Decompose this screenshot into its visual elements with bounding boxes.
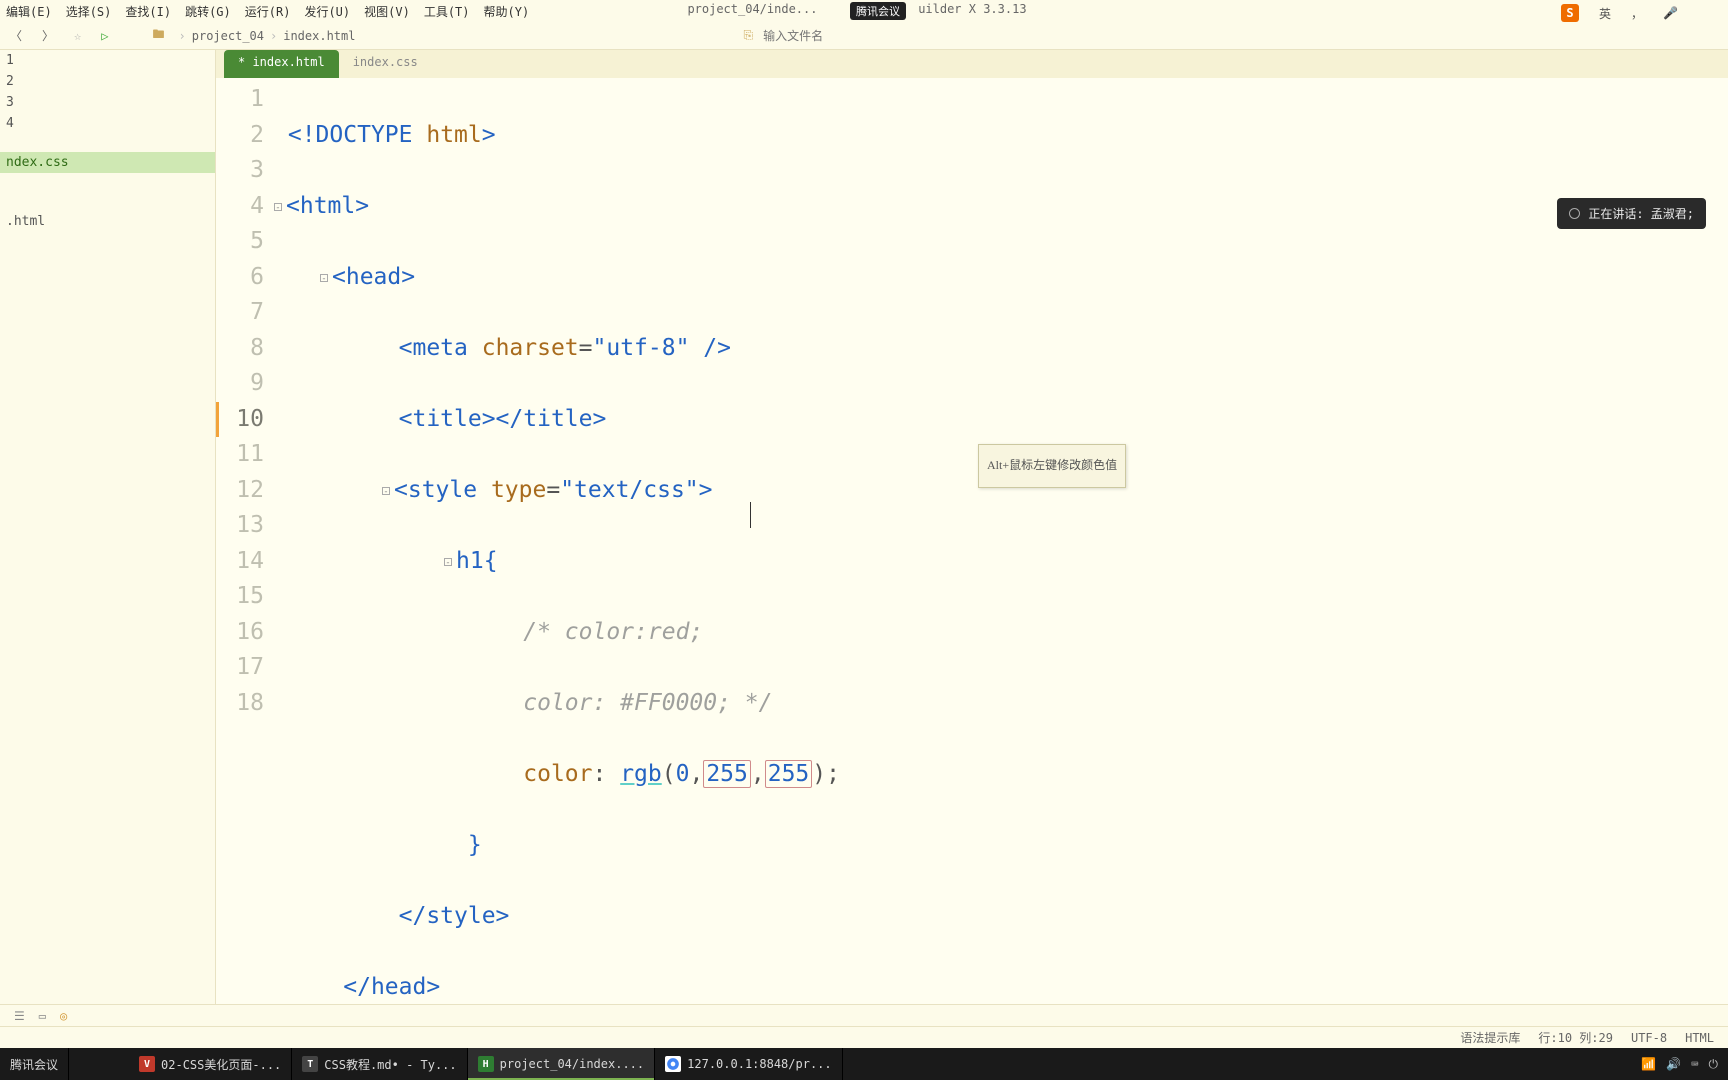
breadcrumb-file[interactable]: index.html [283, 29, 355, 43]
statusbar: 语法提示库 行:10 列:29 UTF-8 HTML [0, 1026, 1728, 1048]
tab-index-html[interactable]: * index.html [224, 50, 339, 78]
tray-icon[interactable]: ⌨ [1691, 1057, 1698, 1071]
menu-find[interactable]: 查找(I) [125, 3, 171, 20]
sidebar-item[interactable]: 2 [0, 71, 215, 92]
file-search-input[interactable] [763, 29, 883, 43]
menu-edit[interactable]: 编辑(E) [6, 3, 52, 20]
code-content[interactable]: <!DOCTYPE html> -<html> -<head> <meta ch… [274, 78, 1728, 1004]
code-editor[interactable]: 123456789 101112131415161718 <!DOCTYPE h… [216, 78, 1728, 1004]
status-position: 行:10 列:29 [1538, 1029, 1613, 1046]
breadcrumb: › project_04 › index.html [179, 29, 356, 43]
sidebar-item[interactable]: 1 [0, 50, 215, 71]
terminal-icon[interactable]: ▭ [39, 1009, 46, 1023]
toolbar: 〈 〉 ☆ ▷ 🖿 › project_04 › index.html ⎘ [0, 22, 1728, 50]
menu-run[interactable]: 运行(R) [245, 3, 291, 20]
color-hint-tooltip: Alt+鼠标左键修改颜色值 [978, 444, 1126, 488]
sidebar-item[interactable]: 4 [0, 113, 215, 134]
sidebar-file-css[interactable]: ndex.css [0, 152, 215, 173]
tray-icon[interactable]: ⏻ [1709, 1057, 1719, 1072]
status-lang[interactable]: HTML [1685, 1031, 1714, 1045]
menu-view[interactable]: 视图(V) [364, 3, 410, 20]
newfile-icon[interactable]: ⎘ [743, 28, 753, 43]
editor-tabs: * index.html index.css [216, 50, 1728, 78]
outline-icon[interactable]: ☰ [14, 1009, 25, 1023]
menubar: 编辑(E) 选择(S) 查找(I) 跳转(G) 运行(R) 发行(U) 视图(V… [0, 0, 1728, 22]
sogou-icon: S [1561, 4, 1579, 22]
mic-icon: 🎤 [1663, 6, 1678, 20]
taskbar-meeting[interactable]: 腾讯会议 [0, 1048, 69, 1080]
sidebar-file-html[interactable]: .html [0, 211, 215, 232]
menu-goto[interactable]: 跳转(G) [185, 3, 231, 20]
system-tray[interactable]: 📶 🔊 ⌨ ⏻ [1631, 1057, 1728, 1072]
run-button[interactable]: ▷ [95, 27, 114, 45]
status-encoding[interactable]: UTF-8 [1631, 1031, 1667, 1045]
status-grammar[interactable]: 语法提示库 [1460, 1029, 1520, 1046]
tray-icon[interactable]: 📶 [1641, 1057, 1656, 1071]
taskbar-item[interactable]: 127.0.0.1:8848/pr... [655, 1048, 843, 1080]
menu-tool[interactable]: 工具(T) [424, 3, 470, 20]
speaker-overlay: 正在讲话: 孟淑君; [1557, 198, 1706, 229]
taskbar: 腾讯会议 V02-CSS美化页面-... TCSS教程.md• - Ty... … [0, 1048, 1728, 1080]
folder-icon[interactable]: 🖿 [147, 23, 171, 48]
meeting-overlay: 腾讯会议 [850, 2, 906, 20]
mic-icon [1569, 208, 1580, 219]
tray-icon[interactable]: 🔊 [1666, 1057, 1681, 1071]
bookmark-icon[interactable]: ☆ [68, 27, 87, 45]
ime-indicator[interactable]: S 英 ， 🎤 [1561, 4, 1692, 22]
menu-help[interactable]: 帮助(Y) [484, 3, 530, 20]
line-gutter: 123456789 101112131415161718 [216, 78, 274, 1004]
editor-footer-icons: ☰ ▭ ◎ [0, 1004, 1728, 1026]
back-button[interactable]: 〈 [4, 25, 28, 46]
taskbar-item[interactable]: V02-CSS美化页面-... [129, 1048, 292, 1080]
breadcrumb-project[interactable]: project_04 [192, 29, 264, 43]
forward-button[interactable]: 〉 [36, 25, 60, 46]
taskbar-item[interactable]: TCSS教程.md• - Ty... [292, 1048, 467, 1080]
tab-index-css[interactable]: index.css [339, 50, 432, 78]
menu-select[interactable]: 选择(S) [66, 3, 112, 20]
menu-publish[interactable]: 发行(U) [304, 3, 350, 20]
taskbar-item-active[interactable]: Hproject_04/index.... [468, 1048, 656, 1080]
sync-icon[interactable]: ◎ [60, 1009, 67, 1023]
project-sidebar: 1 2 3 4 ndex.css .html [0, 50, 216, 1004]
sidebar-item[interactable]: 3 [0, 92, 215, 113]
text-cursor [750, 502, 751, 528]
